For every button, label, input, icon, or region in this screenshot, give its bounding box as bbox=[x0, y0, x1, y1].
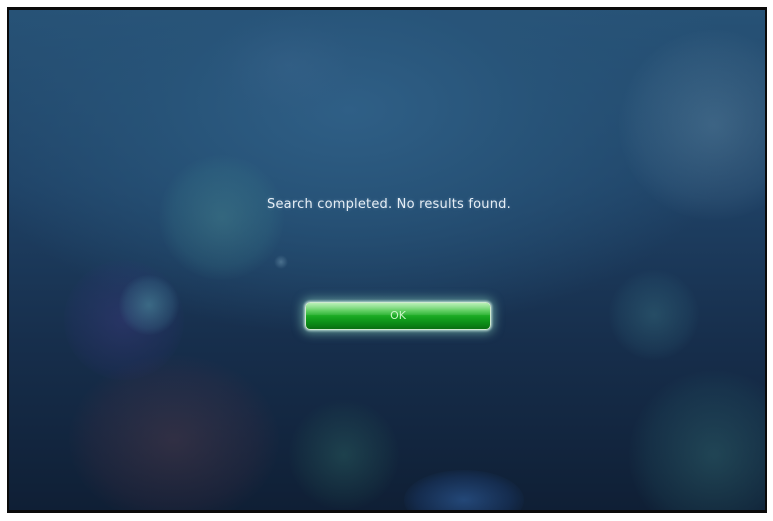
bokeh-light bbox=[159, 155, 284, 280]
ok-button[interactable]: OK bbox=[305, 302, 491, 330]
bokeh-light bbox=[609, 270, 699, 360]
bokeh-light bbox=[119, 275, 179, 335]
ok-button-label: OK bbox=[390, 309, 406, 322]
bokeh-light bbox=[209, 10, 369, 120]
screen-background: Search completed. No results found. OK bbox=[7, 7, 767, 513]
bokeh-light bbox=[629, 370, 765, 510]
bokeh-light bbox=[64, 260, 184, 380]
tv-frame: Search completed. No results found. OK bbox=[0, 0, 773, 521]
bokeh-light bbox=[289, 400, 399, 510]
dialog-message: Search completed. No results found. bbox=[267, 197, 511, 212]
bokeh-light bbox=[69, 355, 279, 510]
bokeh-light bbox=[274, 255, 288, 269]
bokeh-light bbox=[404, 470, 524, 510]
bokeh-light bbox=[619, 30, 765, 220]
